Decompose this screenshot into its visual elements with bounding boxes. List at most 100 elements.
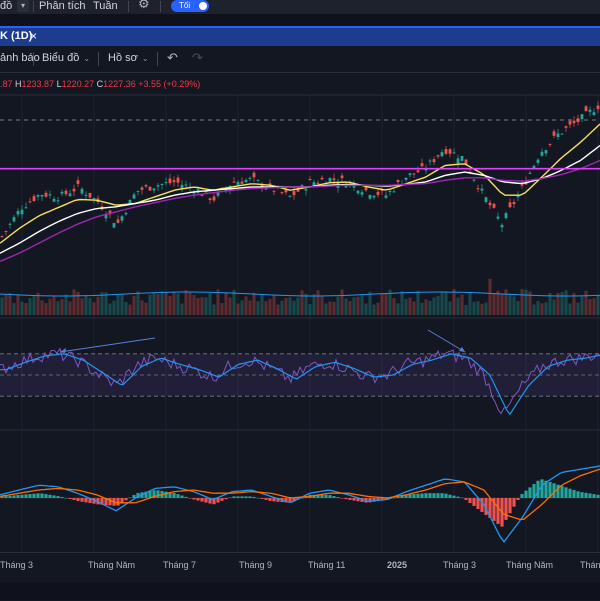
volume-bar (64, 294, 68, 315)
chart-menu-label: Biểu đồ (42, 52, 80, 64)
theme-toggle-label: Tối (179, 1, 191, 10)
volume-bar (352, 297, 356, 315)
volume-bar (536, 301, 540, 315)
candle-body (484, 197, 488, 203)
macd-histogram-bar (340, 498, 344, 499)
macd-histogram-bar (564, 487, 568, 498)
candle-body (560, 133, 564, 135)
volume-bar (268, 299, 272, 315)
volume-bar (244, 296, 248, 315)
volume-bar (436, 295, 440, 315)
volume-bar (172, 291, 176, 315)
volume-bar (524, 289, 528, 315)
candle-body (448, 149, 452, 154)
macd-histogram-bar (412, 494, 416, 498)
macd-histogram-bar (16, 495, 20, 498)
menu-item-analysis[interactable]: Phân tích (39, 0, 85, 12)
candle-body (4, 230, 8, 232)
open-value: .87 (0, 79, 13, 89)
macd-histogram-bar (472, 498, 476, 506)
candle-body (332, 178, 336, 181)
candle-body (368, 195, 372, 199)
volume-bar (96, 296, 100, 315)
candle-body (0, 236, 4, 238)
chevron-down-icon[interactable]: ▾ (17, 0, 29, 12)
macd-histogram-bar (424, 493, 428, 498)
low-value: 1220.27 (61, 79, 95, 89)
volume-bar (144, 302, 148, 315)
macd-histogram-bar (324, 494, 328, 498)
candle-body (500, 224, 504, 228)
candle-body (540, 151, 544, 156)
volume-bar (380, 293, 384, 315)
candle-body (120, 216, 124, 221)
candle-body (412, 173, 416, 175)
volume-bar (136, 291, 140, 315)
candle-body (136, 190, 140, 192)
gear-icon[interactable]: ⚙ (138, 0, 150, 10)
volume-bar (116, 294, 120, 315)
volume-bar (504, 289, 508, 315)
macd-histogram-bar (76, 498, 80, 501)
candle-body (8, 223, 12, 225)
candle-body (48, 194, 52, 196)
volume-bar (184, 290, 188, 315)
macd-histogram-bar (328, 495, 332, 498)
volume-bar (208, 293, 212, 315)
candle-body (568, 120, 572, 125)
volume-bar (24, 303, 28, 315)
volume-bar (460, 294, 464, 315)
macd-histogram-bar (12, 495, 16, 498)
volume-bar (228, 297, 232, 315)
candle-body (24, 207, 28, 209)
menu-item-week[interactable]: Tuần (93, 0, 118, 12)
macd-histogram-bar (428, 493, 432, 498)
candle-body (40, 195, 44, 197)
price-chart[interactable] (0, 0, 600, 600)
macd-histogram-bar (72, 498, 76, 500)
profile-menu-button[interactable]: Hồ sơ ⌄ (108, 52, 149, 64)
macd-histogram-bar (264, 498, 268, 500)
volume-bar (312, 294, 316, 315)
close-icon[interactable]: × (30, 29, 37, 43)
volume-bar (568, 303, 572, 315)
candle-body (60, 191, 64, 194)
volume-bar (220, 303, 224, 315)
volume-bar (104, 292, 108, 315)
macd-histogram-bar (504, 498, 508, 520)
profile-menu-label: Hồ sơ (108, 52, 138, 64)
volume-bar (468, 292, 472, 315)
macd-histogram-bar (28, 494, 32, 498)
macd-histogram-bar (36, 493, 40, 498)
volume-bar (368, 291, 372, 315)
macd-histogram-bar (216, 498, 220, 503)
undo-icon[interactable]: ↶ (167, 50, 178, 66)
chart-tab-label[interactable]: K (1D) (0, 30, 32, 42)
macd-histogram-bar (220, 498, 224, 501)
volume-bar (76, 291, 80, 315)
candle-body (252, 172, 256, 178)
x-tick-label: Tháng (580, 560, 600, 570)
macd-histogram-bar (448, 494, 452, 498)
macd-histogram-bar (540, 479, 544, 498)
candle-body (472, 179, 476, 181)
volume-bar (364, 303, 368, 315)
volume-bar (492, 293, 496, 315)
theme-toggle[interactable]: Tối (171, 0, 209, 12)
chart-menu-button[interactable]: Biểu đồ ⌄ (42, 52, 90, 64)
menu-item-drawing[interactable]: đồ (0, 0, 12, 12)
macd-histogram-bar (496, 498, 500, 524)
volume-bar (420, 302, 424, 315)
volume-bar (300, 290, 304, 315)
candle-body (68, 193, 72, 197)
macd-histogram-bar (348, 498, 352, 500)
macd-histogram-bar (44, 494, 48, 498)
candle-body (528, 172, 532, 174)
candle-body (168, 178, 172, 184)
macd-histogram-bar (224, 498, 228, 500)
volume-bar (520, 289, 524, 315)
candle-body (304, 189, 308, 191)
x-tick-label: Tháng 9 (239, 560, 273, 570)
candle-body (372, 195, 376, 198)
x-tick-label: Tháng 3 (443, 560, 477, 570)
